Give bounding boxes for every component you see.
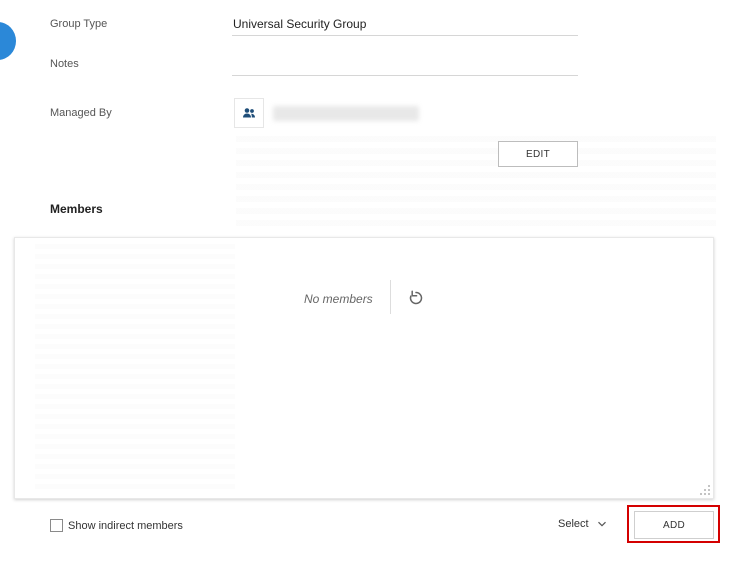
notes-underline [232, 75, 578, 76]
managed-by-label: Managed By [50, 107, 112, 119]
accent-circle [0, 22, 16, 60]
members-heading: Members [50, 202, 103, 216]
select-label: Select [558, 518, 589, 530]
notes-field[interactable] [233, 57, 578, 73]
background-ghost [236, 136, 716, 226]
show-indirect-label[interactable]: Show indirect members [68, 520, 183, 532]
group-type-label: Group Type [50, 18, 108, 30]
chevron-down-icon [597, 521, 606, 527]
no-members-text: No members [304, 292, 373, 306]
group-type-underline [232, 35, 578, 36]
members-panel: No members [14, 237, 714, 499]
add-button[interactable]: ADD [634, 511, 714, 539]
notes-label: Notes [50, 58, 79, 70]
managed-by-picker-button[interactable] [234, 98, 264, 128]
group-type-value: Universal Security Group [233, 17, 367, 31]
refresh-icon[interactable] [408, 290, 424, 306]
resize-grip-icon[interactable] [699, 484, 711, 496]
select-dropdown[interactable]: Select [558, 518, 607, 530]
panel-ghost [35, 244, 235, 494]
edit-button[interactable]: EDIT [498, 141, 578, 167]
panel-divider [390, 280, 391, 314]
managed-by-name-redacted [273, 106, 419, 121]
show-indirect-checkbox[interactable] [50, 519, 63, 532]
people-icon [243, 108, 255, 118]
